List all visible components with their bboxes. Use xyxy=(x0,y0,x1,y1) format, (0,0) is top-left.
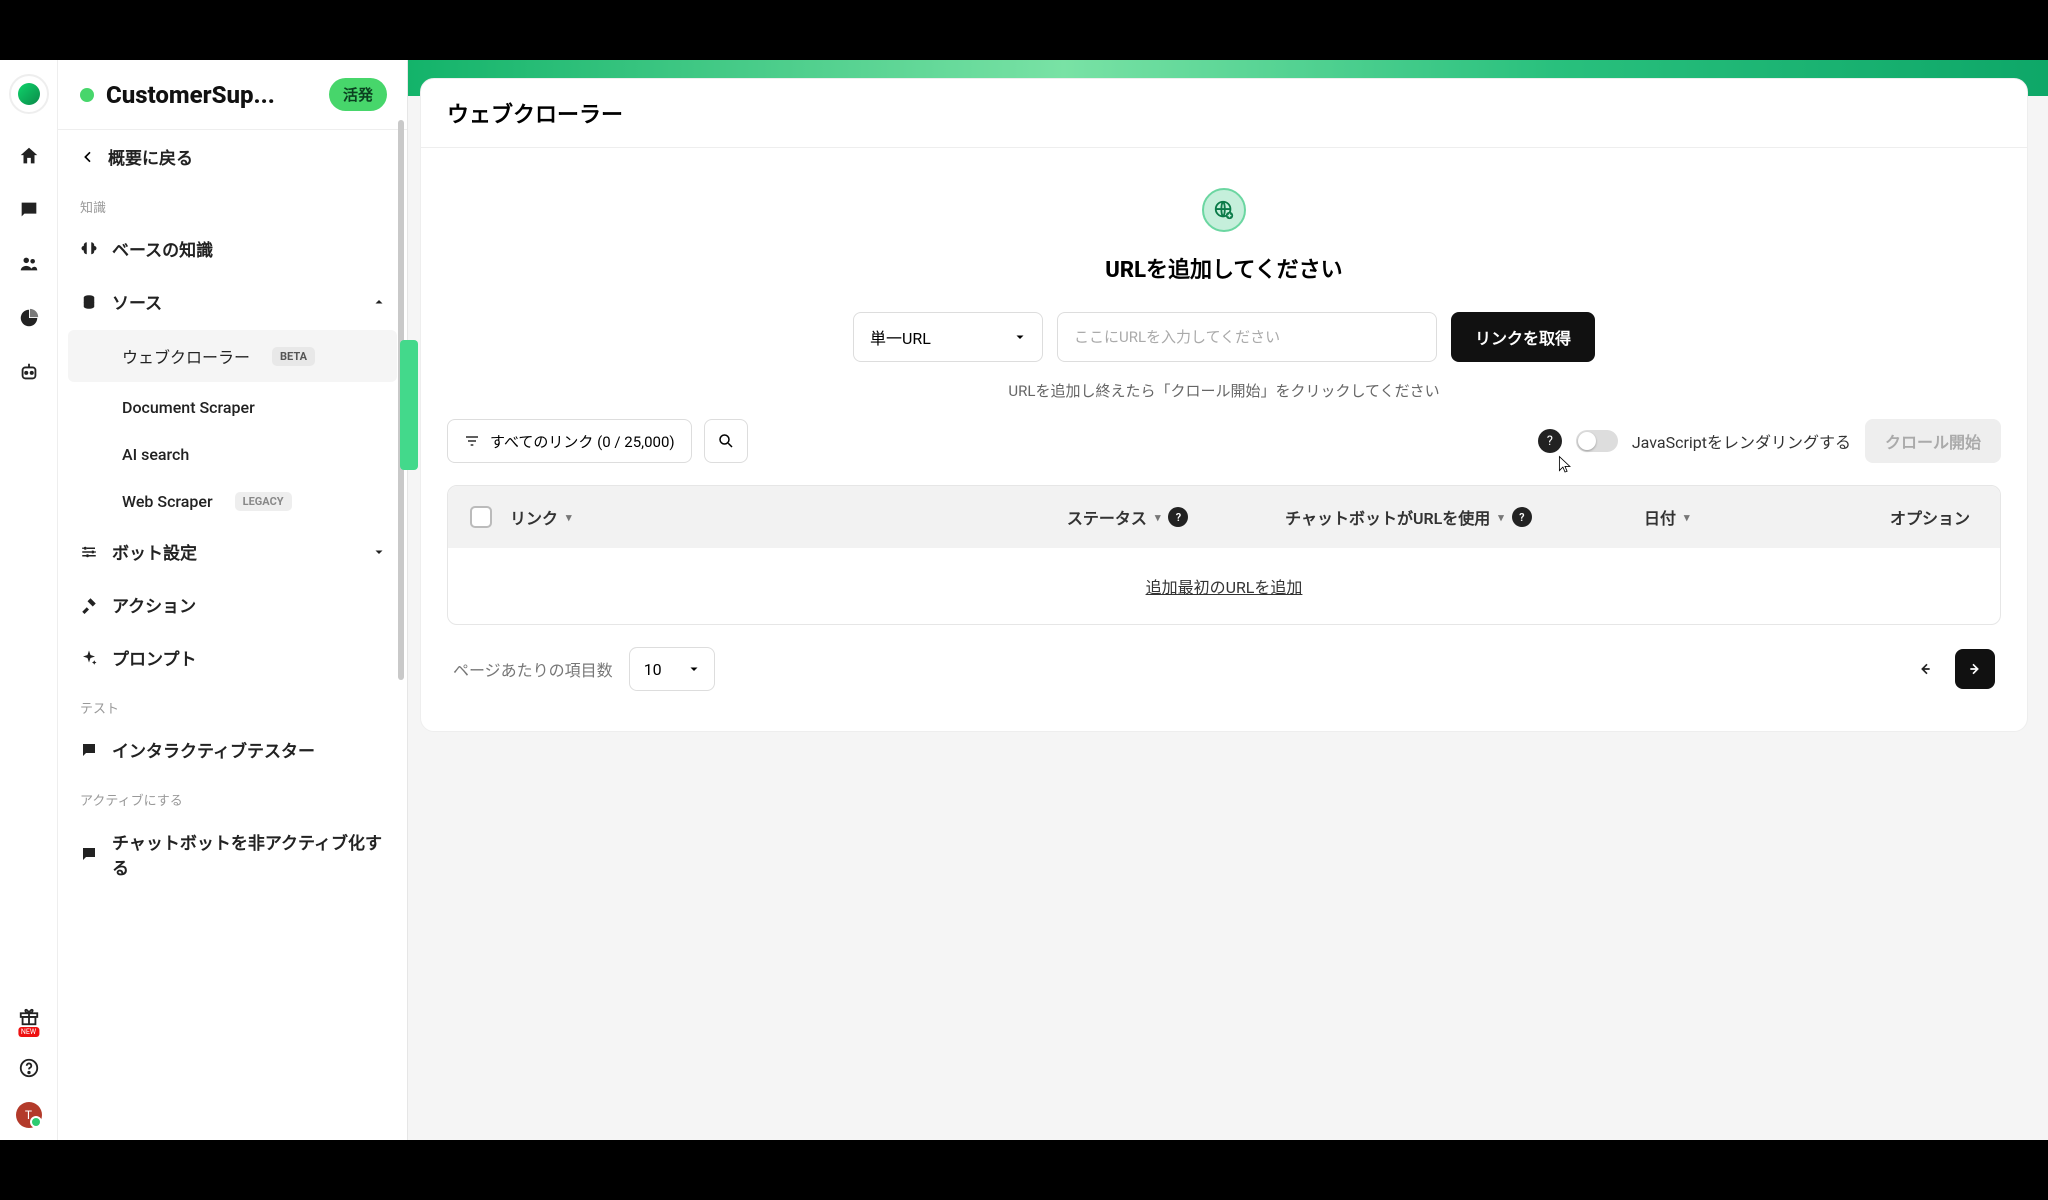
select-all-checkbox[interactable] xyxy=(470,506,492,528)
add-first-url-link[interactable]: 追加最初のURLを追加 xyxy=(1146,578,1303,597)
next-page-button[interactable] xyxy=(1955,649,1995,689)
add-url-hero: URLを追加してください 単一URL リンクを取得 URLを追加し終えたら「クロ… xyxy=(447,188,2001,401)
toolbar-row: すべてのリンク (0 / 25,000) ? JavaScriptをレンダリング… xyxy=(447,419,2001,463)
status-badge: 活発 xyxy=(329,78,387,111)
nav-web-crawler[interactable]: ウェブクローラー BETA xyxy=(68,330,397,382)
home-icon[interactable] xyxy=(11,138,47,174)
status-dot-icon xyxy=(80,88,94,102)
analytics-icon[interactable] xyxy=(11,300,47,336)
help-icon[interactable]: ? xyxy=(1512,507,1532,527)
sort-icon: ▾ xyxy=(1155,511,1161,524)
nav-sources[interactable]: ソース xyxy=(58,275,407,328)
table-header: リンク ▾ ステータス ▾ ? チャットボットがURLを使用 ▾ ? xyxy=(448,486,2000,548)
chevron-down-icon xyxy=(1014,331,1026,343)
user-avatar[interactable]: T xyxy=(16,1102,42,1128)
chat-icon[interactable] xyxy=(11,192,47,228)
banner-edge xyxy=(400,340,418,470)
all-links-filter[interactable]: すべてのリンク (0 / 25,000) xyxy=(447,419,692,463)
hero-heading: URLを追加してください xyxy=(1105,252,1342,284)
col-status[interactable]: ステータス ▾ ? xyxy=(1004,505,1251,529)
url-input[interactable] xyxy=(1057,312,1437,362)
col-options: オプション xyxy=(1768,505,1978,529)
beta-badge: BETA xyxy=(272,347,315,366)
chat-off-icon xyxy=(80,845,98,863)
per-page-label: ページあたりの項目数 xyxy=(453,657,613,681)
gift-icon[interactable] xyxy=(11,998,47,1034)
back-to-overview[interactable]: 概要に戻る xyxy=(58,129,407,183)
arrow-left-icon xyxy=(1917,661,1933,677)
js-render-toggle[interactable] xyxy=(1576,430,1618,452)
section-knowledge: 知識 xyxy=(58,183,407,222)
arrow-right-icon xyxy=(1967,661,1983,677)
col-date[interactable]: 日付 ▾ xyxy=(1566,505,1768,529)
hero-hint: URLを追加し終えたら「クロール開始」をクリックしてください xyxy=(1008,380,1439,401)
table-empty-row: 追加最初のURLを追加 xyxy=(448,548,2000,624)
sparkle-icon xyxy=(80,649,98,667)
database-icon xyxy=(80,293,98,311)
section-test: テスト xyxy=(58,684,407,723)
nav-base-knowledge[interactable]: ベースの知識 xyxy=(58,222,407,275)
filter-icon xyxy=(464,433,480,449)
nav-ai-search[interactable]: AI search xyxy=(58,431,407,478)
page-title: ウェブクローラー xyxy=(447,97,2001,129)
col-used[interactable]: チャットボットがURLを使用 ▾ ? xyxy=(1251,505,1565,529)
users-icon[interactable] xyxy=(11,246,47,282)
search-icon xyxy=(717,432,735,450)
card-header: ウェブクローラー xyxy=(421,79,2027,148)
icon-rail: T xyxy=(0,60,58,1140)
nav-prompt[interactable]: プロンプト xyxy=(58,631,407,684)
bot-icon[interactable] xyxy=(11,354,47,390)
brand-logo[interactable] xyxy=(9,74,49,114)
sort-icon: ▾ xyxy=(1684,511,1690,524)
help-icon[interactable] xyxy=(11,1050,47,1086)
get-links-button[interactable]: リンクを取得 xyxy=(1451,312,1595,362)
tools-icon xyxy=(80,596,98,614)
nav-actions[interactable]: アクション xyxy=(58,578,407,631)
sort-icon: ▾ xyxy=(1498,511,1504,524)
per-page-select[interactable]: 10 xyxy=(629,647,715,691)
chat-bubble-icon xyxy=(80,741,98,759)
sidebar-scrollbar[interactable] xyxy=(398,60,404,1140)
brain-icon xyxy=(80,240,98,258)
project-title: CustomerSup... xyxy=(106,81,317,109)
js-render-label: JavaScriptをレンダリングする xyxy=(1632,429,1851,453)
chevron-down-icon xyxy=(373,546,385,558)
globe-plus-icon xyxy=(1202,188,1246,232)
chevron-down-icon xyxy=(688,663,700,675)
sidebar: CustomerSup... 活発 概要に戻る 知識 ベースの知識 ソース ウェ… xyxy=(58,60,408,1140)
chevron-up-icon xyxy=(373,296,385,308)
main-card: ウェブクローラー URLを追加してください 単一URL リンクを取得 xyxy=(420,78,2028,732)
project-header[interactable]: CustomerSup... 活発 xyxy=(58,60,407,129)
nav-interactive-tester[interactable]: インタラクティブテスター xyxy=(58,723,407,776)
legacy-badge: LEGACY xyxy=(235,492,292,511)
main-area: ウェブクローラー URLを追加してください 単一URL リンクを取得 xyxy=(408,60,2048,1140)
help-tooltip-button[interactable]: ? xyxy=(1538,429,1562,453)
back-label: 概要に戻る xyxy=(108,144,193,169)
nav-document-scraper[interactable]: Document Scraper xyxy=(58,384,407,431)
prev-page-button[interactable] xyxy=(1905,649,1945,689)
nav-web-scraper[interactable]: Web Scraper LEGACY xyxy=(58,478,407,525)
start-crawl-button[interactable]: クロール開始 xyxy=(1865,419,2001,463)
nav-deactivate-chatbot[interactable]: チャットボットを非アクティブ化する xyxy=(58,815,407,893)
search-button[interactable] xyxy=(704,419,748,463)
nav-bot-settings[interactable]: ボット設定 xyxy=(58,525,407,578)
pagination: ページあたりの項目数 10 xyxy=(447,625,2001,697)
links-table: リンク ▾ ステータス ▾ ? チャットボットがURLを使用 ▾ ? xyxy=(447,485,2001,625)
sliders-icon xyxy=(80,543,98,561)
col-link[interactable]: リンク ▾ xyxy=(510,505,1004,529)
help-icon[interactable]: ? xyxy=(1168,507,1188,527)
sort-icon: ▾ xyxy=(566,511,572,524)
section-activate: アクティブにする xyxy=(58,776,407,815)
url-type-select[interactable]: 単一URL xyxy=(853,312,1043,362)
